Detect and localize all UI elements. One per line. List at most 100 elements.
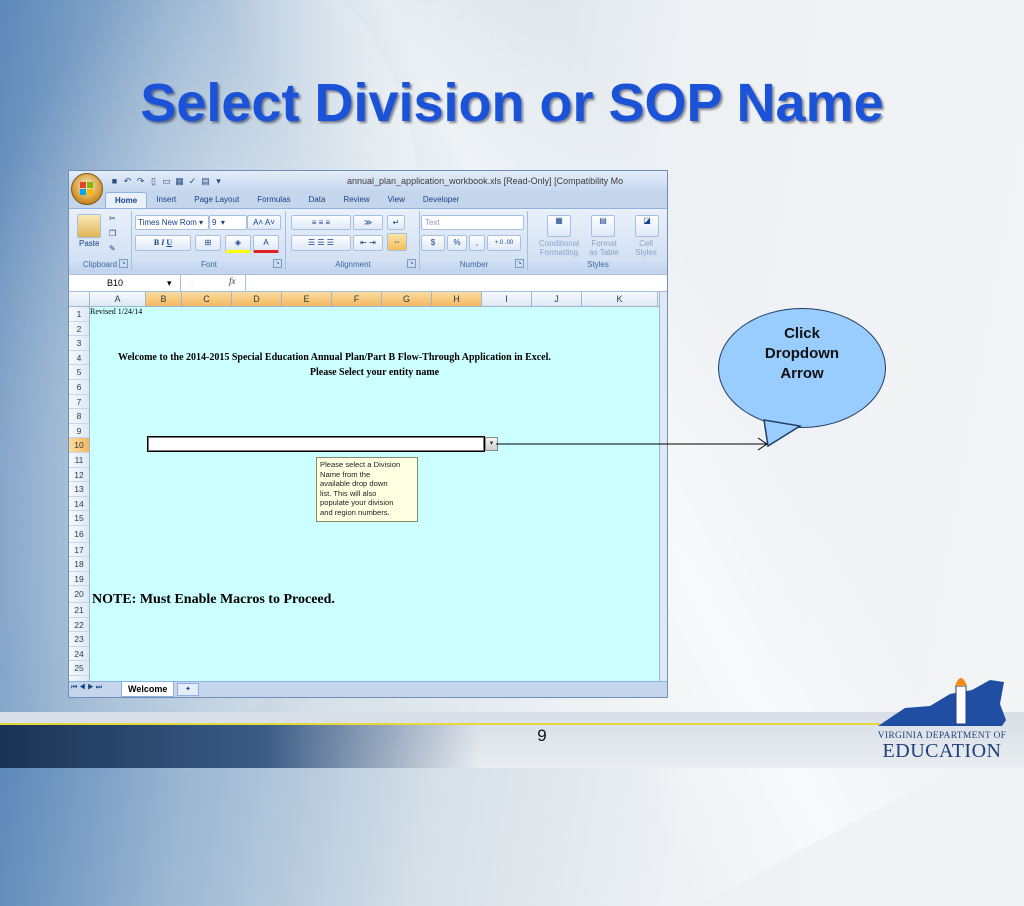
paste-icon[interactable] [77,214,101,238]
dropdown-arrow-button[interactable]: ▾ [485,437,498,451]
insert-function-icon[interactable]: fx [229,276,236,286]
conditional-formatting-button[interactable]: Conditional Formatting [533,239,585,257]
comma-style-icon[interactable]: , [469,235,485,251]
row-header-14[interactable]: 14 [69,497,89,512]
copy-icon[interactable]: ❐ [109,229,116,238]
tab-review[interactable]: Review [334,192,378,208]
column-header-k[interactable]: K [582,292,658,306]
row-header-22[interactable]: 22 [69,618,89,633]
office-button[interactable] [71,173,103,205]
format-as-table-button[interactable]: Format as Table [585,239,623,257]
row-header-5[interactable]: 5 [69,365,89,380]
column-header-a[interactable]: A [90,292,146,306]
decimal-adjust-icons[interactable]: +.0 .00 [487,235,521,251]
cell-welcome-text[interactable]: Welcome to the 2014-2015 Special Educati… [118,352,551,363]
column-header-c[interactable]: C [182,292,232,306]
tab-page-layout[interactable]: Page Layout [185,192,248,208]
format-as-table-icon[interactable]: ▤ [591,215,615,237]
percent-button[interactable]: % [447,235,467,251]
number-launcher-icon[interactable]: ↘ [515,259,524,268]
new-document-icon[interactable]: ▯ [148,176,159,187]
cell-select-entity-text[interactable]: Please Select your entity name [90,367,659,378]
undo-icon[interactable]: ↶ [122,176,133,187]
vertical-scrollbar[interactable] [659,292,667,682]
indent-icons[interactable]: ⇤ ⇥ [353,235,383,251]
column-header-e[interactable]: E [282,292,332,306]
clipboard-launcher-icon[interactable]: ↘ [119,259,128,268]
tab-formulas[interactable]: Formulas [248,192,299,208]
number-format-select[interactable]: Text [421,215,524,230]
row-header-23[interactable]: 23 [69,632,89,647]
print-icon[interactable]: ▤ [200,176,211,187]
sheet-tab-welcome[interactable]: Welcome [121,682,175,697]
currency-button[interactable]: $ [421,235,445,251]
tab-data[interactable]: Data [300,192,335,208]
name-box-dropdown-icon[interactable]: ▾ [167,275,172,291]
print-preview-icon[interactable]: ▦ [174,176,185,187]
row-header-3[interactable]: 3 [69,336,89,351]
row-header-11[interactable]: 11 [69,453,89,468]
redo-icon[interactable]: ↷ [135,176,146,187]
cell-styles-icon[interactable]: ◪ [635,215,659,237]
open-folder-icon[interactable]: ▭ [161,176,172,187]
tab-home[interactable]: Home [105,192,148,208]
cut-icon[interactable]: ✂ [109,214,116,223]
font-size-select[interactable]: 9 ▾ [209,215,247,230]
row-header-10[interactable]: 10 [69,438,89,453]
row-header-9[interactable]: 9 [69,424,89,439]
row-header-15[interactable]: 15 [69,511,89,526]
save-icon[interactable]: ■ [109,176,120,187]
tab-developer[interactable]: Developer [414,192,468,208]
paste-button[interactable]: Paste [79,239,99,248]
row-header-18[interactable]: 18 [69,557,89,572]
font-name-select[interactable]: Times New Rom ▾ [135,215,209,230]
borders-icon[interactable]: ⊞ [195,235,221,251]
alignment-launcher-icon[interactable]: ↘ [407,259,416,268]
row-header-21[interactable]: 21 [69,603,89,618]
fill-color-icon[interactable]: ◈ [225,235,251,253]
conditional-formatting-icon[interactable]: ▦ [547,215,571,237]
format-painter-icon[interactable]: ✎ [109,244,116,253]
font-color-icon[interactable]: A [253,235,279,253]
name-box[interactable]: B10 ▾ [69,275,181,291]
tab-view[interactable]: View [379,192,414,208]
row-header-1[interactable]: 1 [69,307,89,322]
cell-styles-button[interactable]: Cell Styles [627,239,665,257]
row-header-6[interactable]: 6 [69,380,89,395]
tab-insert[interactable]: Insert [147,192,185,208]
column-header-f[interactable]: F [332,292,382,306]
column-header-g[interactable]: G [382,292,432,306]
division-name-combobox[interactable] [147,436,485,452]
merge-center-icon[interactable]: ⇔ [387,233,407,251]
wrap-text-icon[interactable]: ↵ [387,215,405,230]
customize-toolbar-icon[interactable]: ▾ [213,176,224,187]
column-header-i[interactable]: I [482,292,532,306]
sheet-nav-arrows-icon[interactable]: ⏮◀▶⏭ [71,684,104,692]
horizontal-align-icons[interactable]: ☰ ☰ ☰ [291,235,351,251]
row-header-25[interactable]: 25 [69,661,89,676]
orientation-icon[interactable]: ≫ [353,215,383,230]
row-header-4[interactable]: 4 [69,351,89,366]
select-all-corner[interactable] [69,292,90,306]
row-header-24[interactable]: 24 [69,647,89,662]
column-header-d[interactable]: D [232,292,282,306]
row-header-20[interactable]: 20 [69,586,89,603]
row-header-12[interactable]: 12 [69,468,89,483]
row-header-13[interactable]: 13 [69,482,89,497]
spelling-icon[interactable]: ✓ [187,176,198,187]
cell-a1-revised[interactable]: Revised 1/24/14 [90,307,142,316]
row-header-2[interactable]: 2 [69,322,89,337]
bold-italic-underline-buttons[interactable]: B I U [135,235,191,251]
row-header-7[interactable]: 7 [69,395,89,410]
vertical-align-icons[interactable]: ≡ ≡ ≡ [291,215,351,230]
grow-shrink-font-button[interactable]: A˄ A˅ [247,215,281,230]
insert-sheet-icon[interactable]: ✦ [177,683,199,696]
column-header-j[interactable]: J [532,292,582,306]
row-header-8[interactable]: 8 [69,409,89,424]
row-header-16[interactable]: 16 [69,526,89,543]
column-header-h[interactable]: H [432,292,482,306]
column-header-b[interactable]: B [146,292,182,306]
formula-cancel-icon[interactable]: ◌ [189,278,194,287]
row-header-17[interactable]: 17 [69,543,89,558]
cell-note-macros[interactable]: NOTE: Must Enable Macros to Proceed. [92,592,335,608]
